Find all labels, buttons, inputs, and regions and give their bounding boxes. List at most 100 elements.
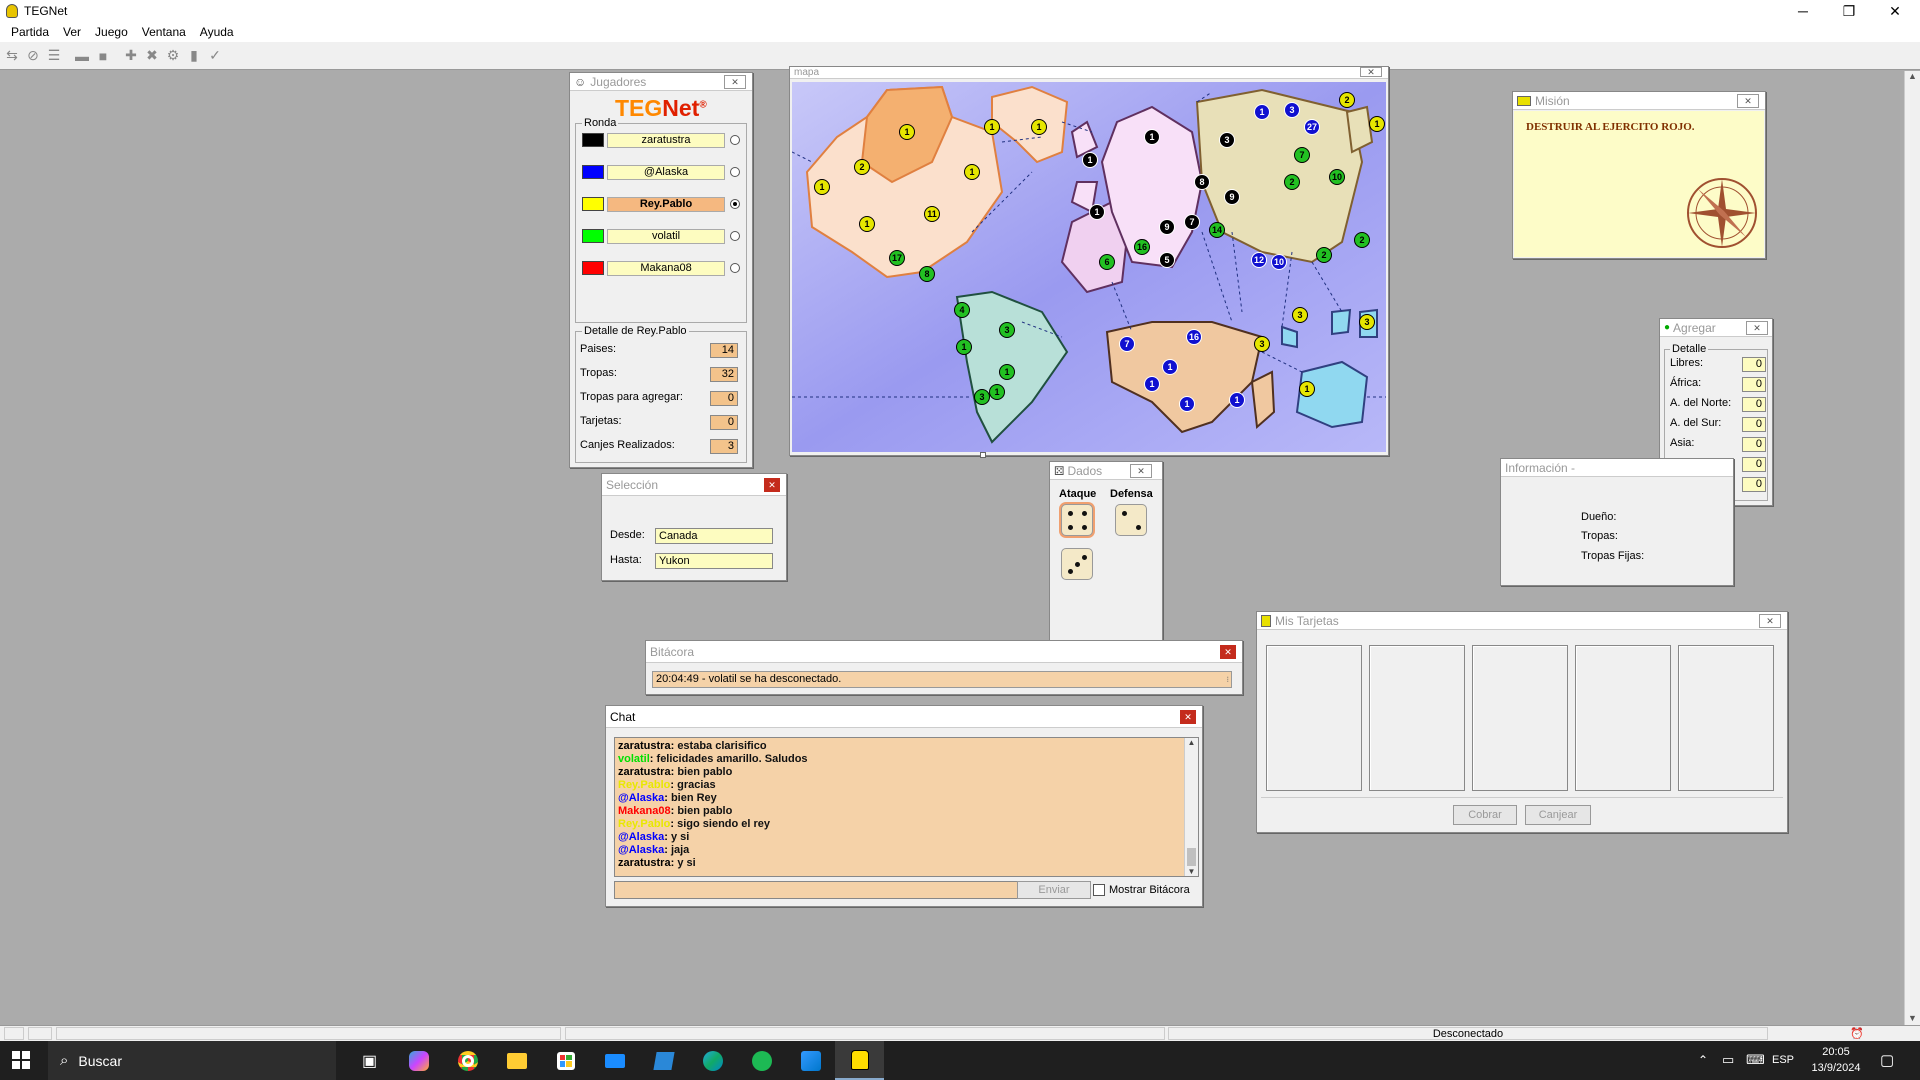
- cobrar-button[interactable]: Cobrar: [1453, 805, 1517, 825]
- minimize-button[interactable]: ─: [1780, 0, 1826, 22]
- language-indicator[interactable]: ESP: [1772, 1054, 1794, 1066]
- list-icon[interactable]: ☰: [44, 46, 64, 66]
- army-marker[interactable]: 1: [1144, 376, 1160, 392]
- army-marker[interactable]: 1: [1162, 359, 1178, 375]
- player-turn-radio[interactable]: [730, 199, 740, 209]
- army-marker[interactable]: 2: [1316, 247, 1332, 263]
- tray-chevron-icon[interactable]: ⌃: [1698, 1053, 1708, 1067]
- mostrar-bitacora-checkbox[interactable]: [1093, 884, 1105, 896]
- spotify-icon[interactable]: [737, 1050, 786, 1071]
- disconnect-icon[interactable]: ⊘: [23, 46, 43, 66]
- army-marker[interactable]: 1: [1089, 204, 1105, 220]
- start-icon[interactable]: ▬: [72, 46, 92, 66]
- mision-close-button[interactable]: ✕: [1737, 94, 1759, 108]
- army-marker[interactable]: 1: [814, 179, 830, 195]
- player-turn-radio[interactable]: [730, 167, 740, 177]
- menu-partida[interactable]: Partida: [4, 25, 56, 39]
- regroup-icon[interactable]: ⚙: [163, 46, 183, 66]
- army-marker[interactable]: 3: [1284, 102, 1300, 118]
- army-marker[interactable]: 9: [1159, 219, 1175, 235]
- connect-icon[interactable]: ⇆: [2, 46, 22, 66]
- army-marker[interactable]: 12: [1251, 252, 1267, 268]
- store-icon[interactable]: [541, 1051, 590, 1070]
- chat-close-button[interactable]: ✕: [1180, 710, 1196, 724]
- army-marker[interactable]: 10: [1271, 254, 1287, 270]
- army-marker[interactable]: 1: [859, 216, 875, 232]
- mis-tarjetas-close-button[interactable]: ✕: [1759, 614, 1781, 628]
- task-view-icon[interactable]: ▣: [345, 1051, 394, 1071]
- army-marker[interactable]: 14: [1209, 222, 1225, 238]
- map-resize-handle[interactable]: [980, 452, 986, 458]
- army-marker[interactable]: 3: [999, 322, 1015, 338]
- army-marker[interactable]: 4: [954, 302, 970, 318]
- bitacora-close-button[interactable]: ✕: [1220, 645, 1236, 659]
- army-marker[interactable]: 8: [1194, 174, 1210, 190]
- clock[interactable]: 20:05 13/9/2024: [1806, 1044, 1866, 1076]
- army-marker[interactable]: 1: [1031, 119, 1047, 135]
- army-marker[interactable]: 2: [1284, 174, 1300, 190]
- army-marker[interactable]: 3: [1359, 314, 1375, 330]
- dados-close-button[interactable]: ✕: [1130, 464, 1152, 478]
- army-marker[interactable]: 7: [1119, 336, 1135, 352]
- end-turn-icon[interactable]: ✓: [205, 46, 225, 66]
- mail-icon[interactable]: [590, 1053, 639, 1068]
- army-marker[interactable]: 1: [1369, 116, 1385, 132]
- army-marker[interactable]: 16: [1134, 239, 1150, 255]
- army-marker[interactable]: 3: [974, 389, 990, 405]
- army-marker[interactable]: 2: [1354, 232, 1370, 248]
- army-marker[interactable]: 17: [889, 250, 905, 266]
- card-slot-5[interactable]: [1678, 645, 1774, 791]
- army-marker[interactable]: 1: [1254, 104, 1270, 120]
- army-marker[interactable]: 16: [1186, 329, 1202, 345]
- hasta-field[interactable]: Yukon: [655, 553, 773, 569]
- army-marker[interactable]: 3: [1219, 132, 1235, 148]
- windows-start-icon[interactable]: [12, 1051, 30, 1069]
- army-marker[interactable]: 1: [1299, 381, 1315, 397]
- close-button[interactable]: ✕: [1872, 0, 1918, 22]
- army-marker[interactable]: 3: [1292, 307, 1308, 323]
- army-marker[interactable]: 1: [956, 339, 972, 355]
- card-slot-2[interactable]: [1369, 645, 1465, 791]
- agregar-close-button[interactable]: ✕: [1746, 321, 1768, 335]
- cards-icon[interactable]: ▮: [184, 46, 204, 66]
- desde-field[interactable]: Canada: [655, 528, 773, 544]
- canjear-button[interactable]: Canjear: [1525, 805, 1591, 825]
- mapa-close-button[interactable]: ✕: [1360, 67, 1382, 77]
- chat-input[interactable]: [614, 881, 1019, 899]
- army-marker[interactable]: 1: [1229, 392, 1245, 408]
- seleccion-close-button[interactable]: ✕: [764, 478, 780, 492]
- paint-icon[interactable]: [786, 1050, 835, 1071]
- player-turn-radio[interactable]: [730, 135, 740, 145]
- army-marker[interactable]: 2: [1339, 92, 1355, 108]
- army-marker[interactable]: 3: [1254, 336, 1270, 352]
- army-marker[interactable]: 1: [1144, 129, 1160, 145]
- army-marker[interactable]: 11: [924, 206, 940, 222]
- army-marker[interactable]: 1: [989, 384, 1005, 400]
- network-icon[interactable]: ⌨: [1746, 1052, 1765, 1068]
- army-marker[interactable]: 27: [1304, 119, 1320, 135]
- army-marker[interactable]: 9: [1224, 189, 1240, 205]
- army-marker[interactable]: 1: [1179, 396, 1195, 412]
- menu-juego[interactable]: Juego: [88, 25, 135, 39]
- card-slot-4[interactable]: [1575, 645, 1671, 791]
- army-marker[interactable]: 1: [999, 364, 1015, 380]
- copilot-icon[interactable]: [394, 1050, 443, 1071]
- army-marker[interactable]: 2: [854, 159, 870, 175]
- card-slot-1[interactable]: [1266, 645, 1362, 791]
- maximize-button[interactable]: ❐: [1826, 0, 1872, 22]
- player-turn-radio[interactable]: [730, 231, 740, 241]
- chat-scrollbar[interactable]: ▲ ▼: [1184, 738, 1198, 876]
- army-marker[interactable]: 10: [1329, 169, 1345, 185]
- attack-icon[interactable]: ✖: [142, 46, 162, 66]
- stop-icon[interactable]: ■: [93, 46, 113, 66]
- menu-ver[interactable]: Ver: [56, 25, 88, 39]
- jugadores-close-button[interactable]: ✕: [724, 75, 746, 89]
- tegnet-taskbar-icon[interactable]: [835, 1041, 884, 1080]
- army-marker[interactable]: 7: [1294, 147, 1310, 163]
- teams-icon[interactable]: [639, 1051, 688, 1070]
- army-marker[interactable]: 1: [964, 164, 980, 180]
- file-explorer-icon[interactable]: [492, 1052, 541, 1069]
- taskbar-search-box[interactable]: ⌕ Buscar: [48, 1041, 336, 1080]
- card-slot-3[interactable]: [1472, 645, 1568, 791]
- army-marker[interactable]: 6: [1099, 254, 1115, 270]
